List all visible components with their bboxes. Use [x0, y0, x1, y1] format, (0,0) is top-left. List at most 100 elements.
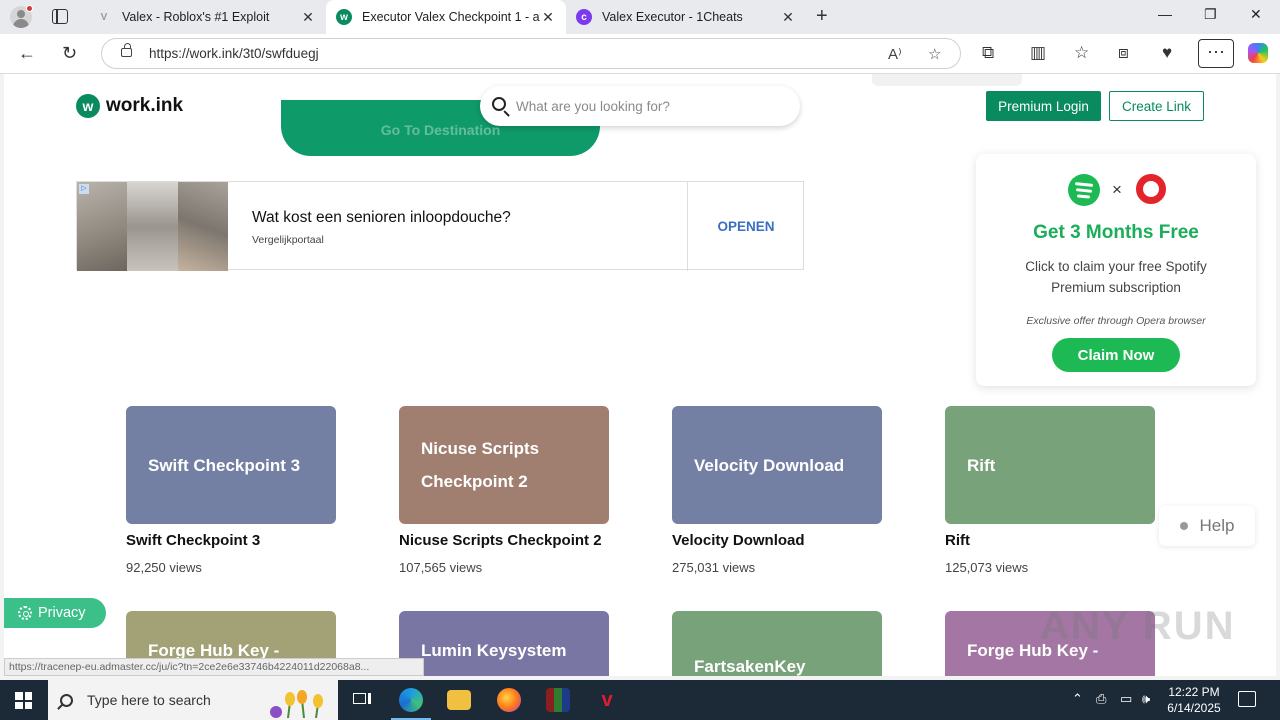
address-bar[interactable]: https://work.ink/3t0/swfduegj A⁾ ☆ — [101, 38, 961, 69]
favorites-icon[interactable]: ☆ — [1074, 43, 1089, 63]
collections-icon[interactable]: ⧈ — [1118, 43, 1129, 63]
help-widget-button[interactable]: Help — [1159, 506, 1255, 546]
tray-chevron-icon[interactable]: ⌃ — [1072, 691, 1083, 707]
promo-description: Click to claim your free Spotify Premium… — [1025, 259, 1207, 295]
tab-close-icon[interactable]: ✕ — [300, 9, 316, 26]
promo-note: Exclusive offer through Opera browser — [1026, 315, 1206, 327]
opera-icon — [1136, 174, 1166, 204]
notification-center-icon[interactable] — [1238, 691, 1256, 707]
tab-close-icon[interactable]: ✕ — [540, 9, 556, 26]
ad-title[interactable]: Wat kost een senioren inloopdouche? — [252, 209, 511, 227]
browser-nav-bar: ← ↻ https://work.ink/3t0/swfduegj A⁾ ☆ ⧉… — [0, 34, 1280, 74]
site-search[interactable] — [480, 86, 800, 126]
tab-title: Valex - Roblox's #1 Exploit — [122, 10, 270, 24]
search-icon — [492, 97, 506, 111]
link-card[interactable]: Swift Checkpoint 3 Swift Checkpoint 3 92… — [126, 406, 336, 575]
site-logo[interactable]: w work.ink — [76, 94, 183, 118]
web-page: w work.ink Go To Destination Premium Log… — [4, 74, 1276, 676]
valex-favicon-icon: V — [100, 11, 108, 23]
card-tile[interactable]: Lumin Keysystem — [399, 611, 609, 676]
back-arrow-icon[interactable]: ← — [18, 43, 36, 64]
network-icon[interactable]: ▭ — [1120, 691, 1132, 707]
refresh-icon[interactable]: ↻ — [62, 43, 77, 64]
spotify-icon — [1068, 174, 1100, 206]
claim-now-button[interactable]: Claim Now — [1052, 338, 1180, 372]
window-close-icon[interactable]: ✕ — [1250, 6, 1262, 23]
link-card[interactable]: Rift Rift 125,073 views — [945, 406, 1155, 575]
windows-taskbar: Type here to search v ⌃ ⎙ ▭ 🕪 12:22 PM 6… — [0, 680, 1280, 720]
tab-valex-1cheats[interactable]: c Valex Executor - 1Cheats ✕ — [566, 0, 806, 34]
card-name[interactable]: Velocity Download — [672, 532, 882, 549]
browser-essentials-icon[interactable]: ♥ — [1162, 43, 1172, 63]
tab-title: Valex Executor - 1Cheats — [602, 10, 743, 24]
windows-start-icon[interactable] — [15, 692, 32, 709]
help-label: Help — [1199, 516, 1235, 535]
address-url[interactable]: https://work.ink/3t0/swfduegj — [149, 46, 319, 61]
copilot-icon[interactable] — [1248, 43, 1268, 63]
premium-login-button[interactable]: Premium Login — [986, 91, 1101, 121]
card-views: 92,250 views — [126, 560, 202, 575]
profile-notification-dot — [26, 5, 33, 12]
card-tile[interactable]: Swift Checkpoint 3 — [126, 406, 336, 524]
minimize-icon[interactable]: — — [1158, 6, 1172, 22]
card-tile[interactable]: Velocity Download — [672, 406, 882, 524]
lock-icon[interactable] — [121, 43, 132, 57]
privacy-label: Privacy — [38, 605, 86, 621]
card-views: 125,073 views — [945, 560, 1029, 575]
topbar-decoration — [872, 74, 1022, 86]
taskbar-search-text: Type here to search — [87, 692, 211, 708]
create-link-button[interactable]: Create Link — [1109, 91, 1204, 121]
workink-favicon-icon: w — [336, 9, 352, 25]
logo-text: work.ink — [106, 95, 184, 116]
edge-browser-icon[interactable] — [399, 688, 423, 712]
card-tile[interactable]: FartsakenKey — [672, 611, 882, 676]
card-tile[interactable]: Rift — [945, 406, 1155, 524]
card-name[interactable]: Nicuse Scripts Checkpoint 2 — [399, 532, 609, 549]
more-options-button[interactable]: ··· — [1198, 39, 1234, 68]
read-aloud-icon[interactable]: A⁾ — [888, 45, 902, 63]
firefox-icon[interactable] — [497, 688, 521, 712]
card-name[interactable]: Swift Checkpoint 3 — [126, 532, 336, 549]
status-bar-url: https://tracenep-eu.admaster.cc/ju/ic?tn… — [4, 658, 424, 676]
card-views: 275,031 views — [672, 560, 756, 575]
link-card[interactable]: Nicuse Scripts Checkpoint 2 Nicuse Scrip… — [399, 406, 609, 575]
spotify-promo-card: × Get 3 Months Free Click to claim your … — [976, 154, 1256, 386]
valex-app-icon[interactable]: v — [595, 688, 619, 712]
browser-tab-bar: V Valex - Roblox's #1 Exploit ✕ w Execut… — [0, 0, 1280, 34]
volume-icon[interactable]: 🕪 — [1142, 691, 1150, 707]
taskbar-clock[interactable]: 12:22 PM 6/14/2025 — [1164, 684, 1224, 716]
tab-actions-icon[interactable] — [52, 9, 68, 24]
restore-icon[interactable]: ❐ — [1204, 6, 1217, 23]
ad-choices-icon[interactable]: ▷ — [79, 184, 89, 194]
extensions-icon[interactable]: ⧉ — [982, 43, 994, 63]
workink-logo-icon: w — [76, 94, 100, 118]
advertisement-banner[interactable]: ▷ Wat kost een senioren inloopdouche? Ve… — [76, 181, 804, 271]
card-views: 107,565 views — [399, 560, 483, 575]
privacy-button[interactable]: Privacy — [4, 598, 106, 628]
task-view-icon[interactable] — [350, 688, 374, 712]
link-card[interactable]: Velocity Download Velocity Download 275,… — [672, 406, 882, 575]
tray-device-icon[interactable]: ⎙ — [1096, 691, 1106, 707]
search-input[interactable] — [516, 96, 786, 116]
clock-date: 6/14/2025 — [1167, 701, 1221, 715]
new-tab-icon[interactable]: + — [816, 5, 828, 28]
1cheats-favicon-icon: c — [576, 9, 592, 25]
promo-title: Get 3 Months Free — [1033, 222, 1199, 243]
favorite-star-icon[interactable]: ☆ — [928, 45, 941, 63]
tab-valex-roblox[interactable]: V Valex - Roblox's #1 Exploit ✕ — [86, 0, 326, 34]
file-explorer-icon[interactable] — [447, 690, 471, 710]
card-name[interactable]: Rift — [945, 532, 1155, 549]
times-sign: × — [1112, 180, 1122, 199]
anyrun-watermark: ANY RUN — [1040, 604, 1236, 648]
tab-close-icon[interactable]: ✕ — [780, 9, 796, 26]
winrar-icon[interactable] — [546, 688, 570, 712]
card-tile[interactable]: Nicuse Scripts Checkpoint 2 — [399, 406, 609, 524]
ad-image[interactable] — [77, 182, 228, 271]
tab-executor-checkpoint[interactable]: w Executor Valex Checkpoint 1 - at w ✕ — [326, 0, 566, 34]
help-status-dot — [1179, 522, 1188, 530]
search-icon — [60, 693, 73, 707]
ad-source: Vergelijkportaal — [252, 234, 324, 246]
split-screen-icon[interactable]: ▥ — [1030, 43, 1046, 63]
clock-time: 12:22 PM — [1168, 685, 1220, 699]
ad-open-button[interactable]: OPENEN — [688, 182, 804, 271]
